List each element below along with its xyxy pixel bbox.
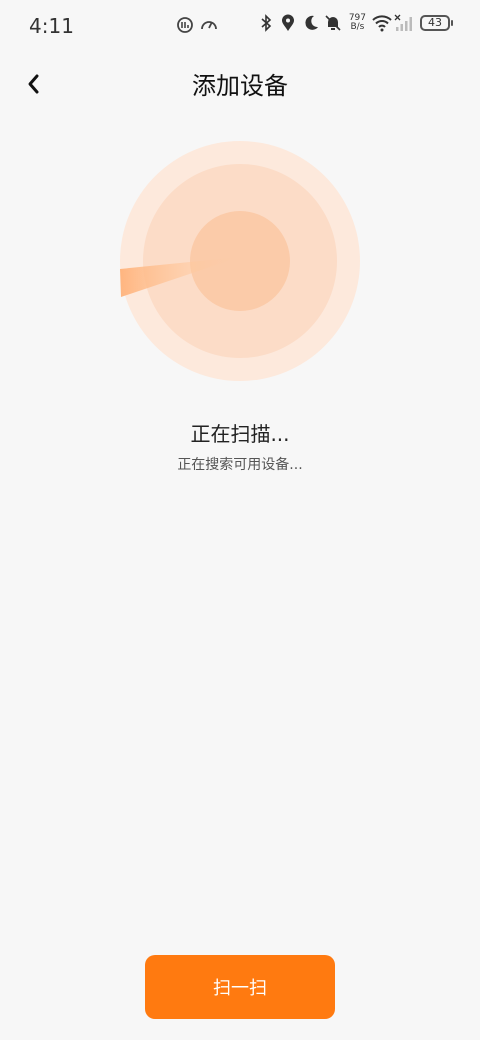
- net-speed-unit: B/s: [350, 22, 365, 32]
- status-right-icons: 797 B/s 43: [259, 14, 453, 32]
- scan-qr-button[interactable]: 扫一扫: [145, 955, 335, 1019]
- battery-icon: 43: [420, 15, 453, 31]
- bell-off-icon: [325, 14, 343, 32]
- location-icon: [281, 14, 299, 32]
- scan-status-title: 正在扫描...: [190, 422, 290, 446]
- net-speed: 797 B/s: [349, 14, 366, 32]
- scan-status-subtitle: 正在搜索可用设备...: [177, 457, 303, 473]
- wifi-icon: [372, 14, 392, 32]
- moon-icon: [303, 14, 321, 32]
- bluetooth-icon: [259, 14, 277, 32]
- radar-scan-graphic: [120, 141, 360, 381]
- page-title: 添加设备: [192, 72, 288, 100]
- status-time: 4:11: [29, 14, 74, 38]
- signal-icon: [394, 14, 412, 32]
- data-saver-icon: [176, 16, 194, 34]
- add-device-screen: 4:11 797 B/s 43 添加设备 正在扫描... 正在搜索可用设备...…: [0, 0, 480, 1040]
- status-bar: 4:11 797 B/s 43: [0, 0, 480, 52]
- status-left-icons: [176, 16, 218, 34]
- speed-icon: [200, 16, 218, 34]
